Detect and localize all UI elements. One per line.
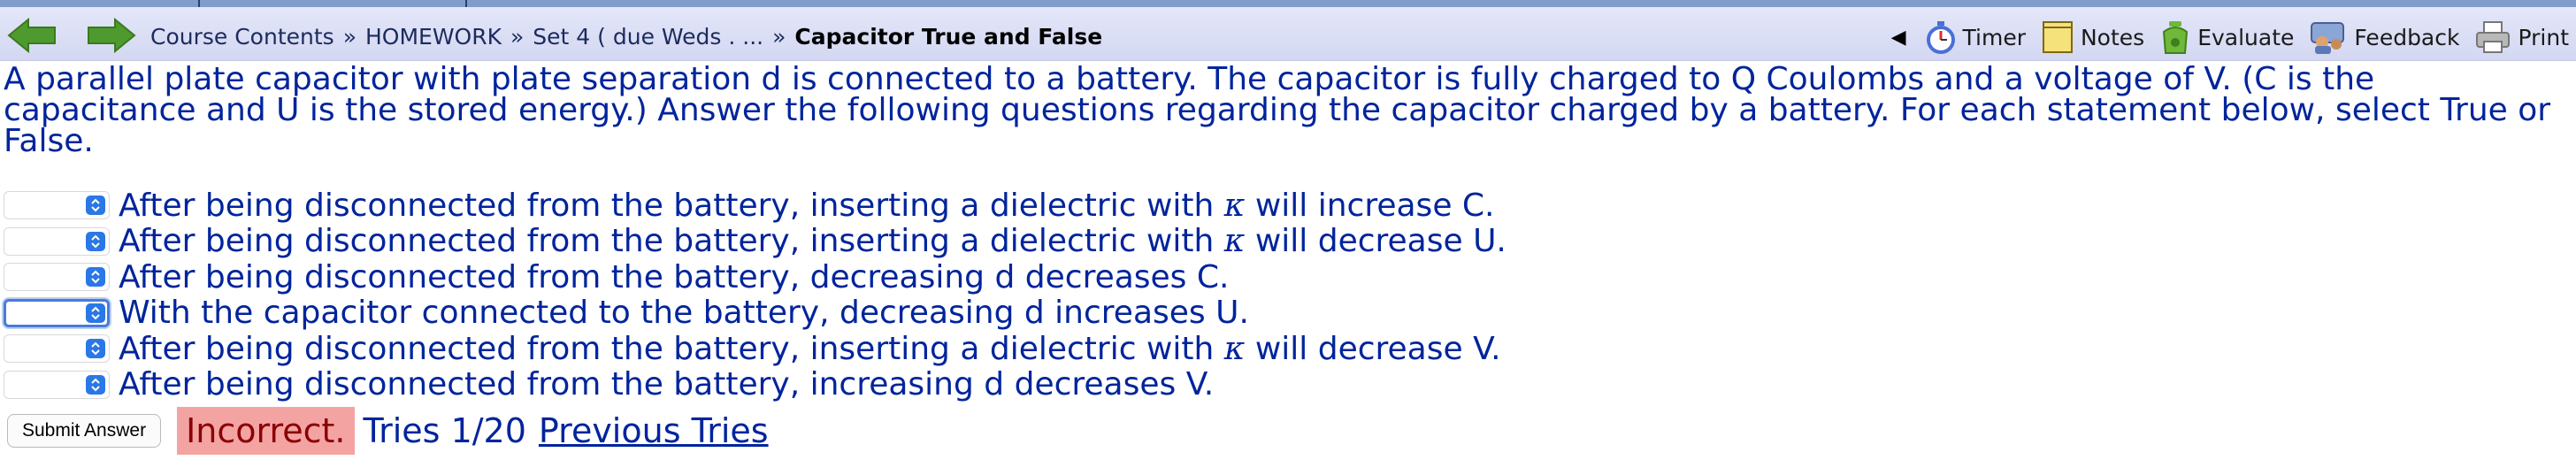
statement-text-end: will decrease U. [1245,223,1506,260]
kappa-symbol: κ [1223,187,1246,224]
toolbar: ◀ Timer Notes Evaluate Feedback Print [1891,18,2569,57]
kappa-symbol: κ [1223,223,1246,260]
print-label: Print [2518,24,2569,50]
tab-strip [0,0,2576,7]
nav-bar: Course Contents » HOMEWORK » Set 4 ( due Wed… [0,7,2576,61]
select-stepper-icon [86,374,105,395]
true-false-select[interactable] [4,191,110,220]
statement-row: After being disconnected from the batter… [4,188,1506,224]
breadcrumb-course-contents[interactable]: Course Contents [150,24,334,50]
true-false-select[interactable] [4,263,110,292]
select-stepper-icon [86,339,105,359]
statement-text-start: After being disconnected from the batter… [119,258,1230,295]
back-arrow-icon[interactable] [7,17,58,54]
forward-arrow-icon[interactable] [85,17,136,54]
select-stepper-icon [86,196,105,216]
statement-text: After being disconnected from the batter… [119,331,1501,367]
print-button[interactable]: Print [2475,20,2569,54]
collapse-toolbar-icon[interactable]: ◀ [1891,27,1906,49]
feedback-button[interactable]: Feedback [2310,19,2459,55]
timer-button[interactable]: Timer [1926,20,2026,54]
true-false-select[interactable] [4,334,110,364]
notepad-icon [2042,21,2073,53]
select-stepper-icon [86,303,105,323]
notes-label: Notes [2080,24,2145,50]
true-false-select[interactable] [4,298,110,327]
statement-row: After being disconnected from the batter… [4,331,1506,367]
breadcrumb-separator: » [342,24,356,50]
statement-row: With the capacitor connected to the batt… [4,295,1506,331]
submit-answer-button[interactable]: Submit Answer [7,414,162,448]
submit-row: Submit Answer Incorrect. Tries 1/20 Prev… [7,407,769,455]
printer-icon [2476,21,2511,53]
statement-text: After being disconnected from the batter… [119,259,1229,295]
breadcrumb-homework[interactable]: HOMEWORK [365,24,502,50]
kappa-symbol: κ [1223,330,1246,367]
statement-text-end: will increase C. [1245,187,1495,224]
tab-divider [198,0,200,7]
evaluate-label: Evaluate [2197,24,2295,50]
statement-text-start: After being disconnected from the batter… [119,187,1224,224]
feedback-label: Feedback [2354,24,2460,50]
statement-text-start: With the capacitor connected to the batt… [119,295,1249,332]
statement-text: After being disconnected from the batter… [119,188,1494,224]
true-false-select[interactable] [4,370,110,399]
select-stepper-icon [86,231,105,251]
statement-row: After being disconnected from the batter… [4,259,1506,295]
statement-text-end: will decrease V. [1245,330,1501,367]
previous-tries-link[interactable]: Previous Tries [539,411,769,450]
timer-label: Timer [1962,24,2026,50]
statement-list: After being disconnected from the batter… [4,188,1506,402]
stopwatch-icon [1926,21,1955,54]
statement-text: After being disconnected from the batter… [119,223,1506,259]
breadcrumb-set-4[interactable]: Set 4 ( due Weds . ... [533,24,763,50]
breadcrumb: Course Contents » HOMEWORK » Set 4 ( due Wed… [150,21,1102,53]
statement-row: After being disconnected from the batter… [4,366,1506,402]
statement-text-start: After being disconnected from the batter… [119,330,1224,367]
statement-text-start: After being disconnected from the batter… [119,366,1215,403]
breadcrumb-separator: » [510,24,525,50]
notes-button[interactable]: Notes [2042,20,2144,54]
tab-divider [465,0,467,7]
evaluate-button[interactable]: Evaluate [2160,19,2294,55]
statement-text: After being disconnected from the batter… [119,366,1214,402]
breadcrumb-separator: » [772,24,786,50]
breadcrumb-current-page: Capacitor True and False [794,24,1103,50]
statement-text: With the capacitor connected to the batt… [119,295,1249,331]
select-stepper-icon [86,267,105,288]
evaluate-icon [2163,21,2189,54]
true-false-select[interactable] [4,226,110,256]
statement-row: After being disconnected from the batter… [4,223,1506,259]
statement-text-start: After being disconnected from the batter… [119,223,1224,260]
feedback-icon [2311,22,2345,54]
tries-counter: Tries 1/20 [363,411,526,450]
status-badge: Incorrect. [177,407,355,455]
problem-statement: A parallel plate capacitor with plate se… [4,61,2551,159]
